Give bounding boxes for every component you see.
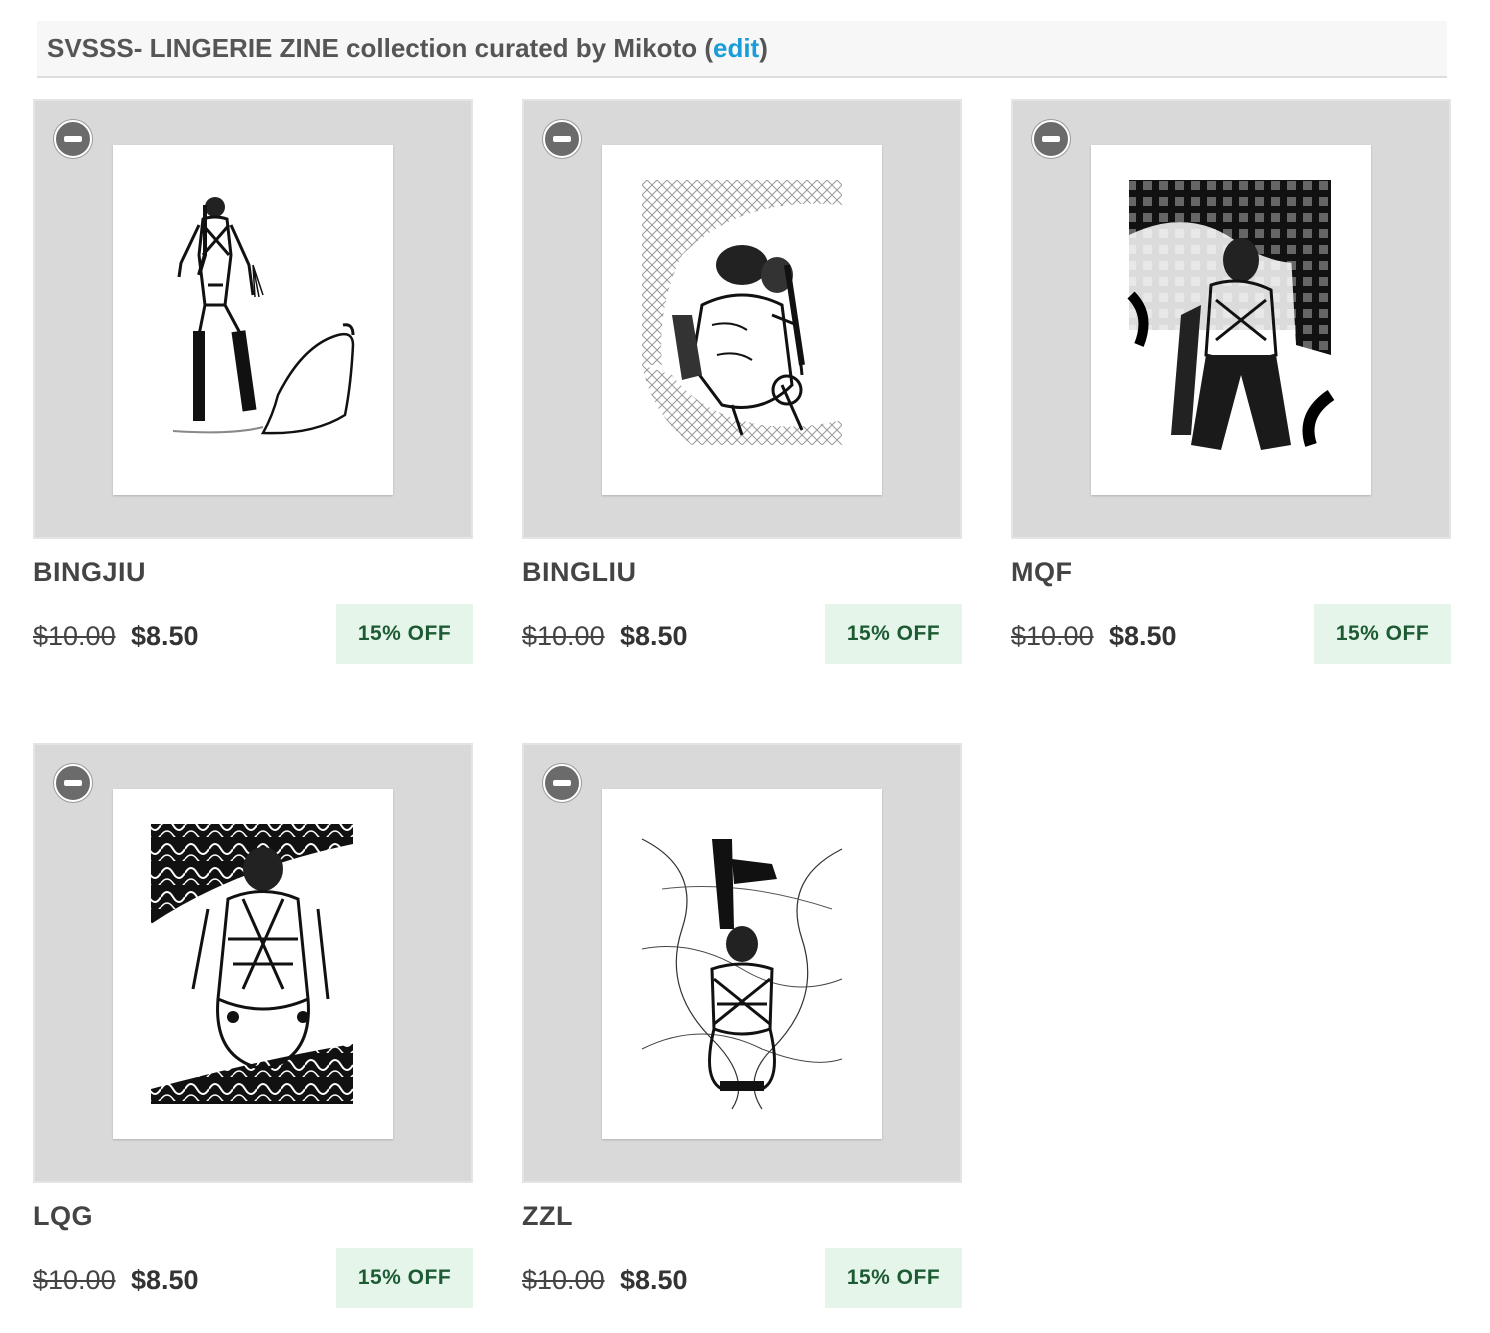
discount-badge: 15% OFF — [825, 1248, 962, 1308]
original-price: $10.00 — [522, 1265, 605, 1295]
discount-badge: 15% OFF — [336, 1248, 473, 1308]
artwork-image — [113, 145, 393, 495]
discount-badge: 15% OFF — [825, 604, 962, 664]
collection-title: SVSSS- LINGERIE ZINE collection curated … — [47, 33, 713, 63]
artwork-image — [602, 789, 882, 1139]
product-title[interactable]: BINGJIU — [33, 557, 146, 588]
product-image-frame[interactable] — [522, 743, 962, 1183]
discount-badge: 15% OFF — [1314, 604, 1451, 664]
minus-circle-icon[interactable] — [543, 120, 581, 158]
artwork-image — [1091, 145, 1371, 495]
product-image-frame[interactable] — [33, 743, 473, 1183]
collection-header: SVSSS- LINGERIE ZINE collection curated … — [37, 21, 1447, 78]
product-title[interactable]: ZZL — [522, 1201, 573, 1232]
sale-price: $8.50 — [620, 621, 688, 651]
original-price: $10.00 — [522, 621, 605, 651]
minus-circle-icon[interactable] — [54, 120, 92, 158]
product-title[interactable]: LQG — [33, 1201, 93, 1232]
product-image-frame[interactable] — [522, 99, 962, 539]
sale-price: $8.50 — [131, 621, 199, 651]
artwork-image — [602, 145, 882, 495]
minus-circle-icon[interactable] — [543, 764, 581, 802]
original-price: $10.00 — [1011, 621, 1094, 651]
discount-badge: 15% OFF — [336, 604, 473, 664]
product-title[interactable]: BINGLIU — [522, 557, 637, 588]
product-image-frame[interactable] — [1011, 99, 1451, 539]
original-price: $10.00 — [33, 621, 116, 651]
collection-title-close: ) — [759, 33, 768, 63]
minus-circle-icon[interactable] — [54, 764, 92, 802]
minus-circle-icon[interactable] — [1032, 120, 1070, 158]
sale-price: $8.50 — [131, 1265, 199, 1295]
product-title[interactable]: MQF — [1011, 557, 1073, 588]
sale-price: $8.50 — [620, 1265, 688, 1295]
edit-link[interactable]: edit — [713, 33, 759, 64]
original-price: $10.00 — [33, 1265, 116, 1295]
sale-price: $8.50 — [1109, 621, 1177, 651]
artwork-image — [113, 789, 393, 1139]
product-image-frame[interactable] — [33, 99, 473, 539]
